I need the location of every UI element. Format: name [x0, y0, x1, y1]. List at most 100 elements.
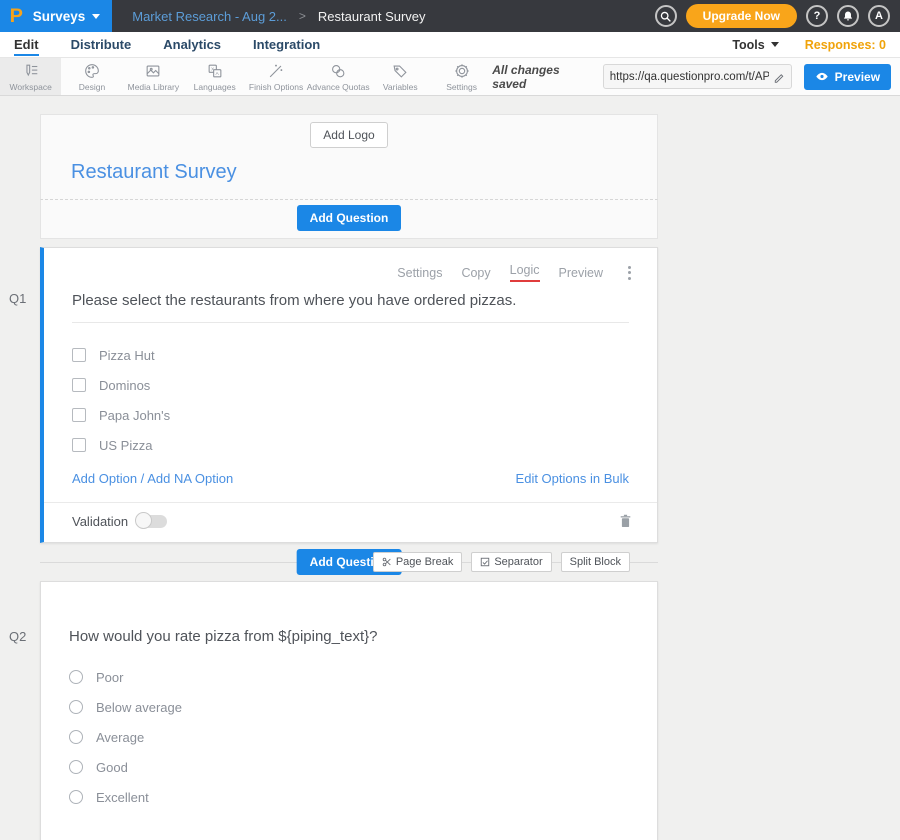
- questionpro-logo-icon[interactable]: P: [10, 7, 23, 26]
- block-divider: Add Question Page Break Separator: [40, 543, 658, 581]
- radio-option[interactable]: Poor: [69, 662, 629, 692]
- chevron-down-icon: [771, 42, 779, 47]
- toolbar-item-label: Design: [79, 82, 105, 92]
- survey-title[interactable]: Restaurant Survey: [71, 161, 657, 184]
- magic-wand-icon: [267, 62, 285, 80]
- help-button[interactable]: ?: [806, 5, 828, 27]
- split-block-button[interactable]: Split Block: [561, 552, 630, 572]
- option-label[interactable]: Excellent: [96, 790, 149, 805]
- question-card-q1[interactable]: Settings Copy Logic Preview Please selec…: [40, 247, 658, 543]
- surveys-menu[interactable]: P Surveys: [0, 0, 112, 32]
- translate-icon: X A: [206, 62, 224, 80]
- add-na-option-link[interactable]: Add NA Option: [147, 471, 233, 486]
- tools-menu[interactable]: Tools: [732, 38, 778, 52]
- survey-url-box[interactable]: [603, 64, 792, 89]
- preview-button[interactable]: Preview: [804, 64, 891, 90]
- checkbox-option[interactable]: US Pizza: [72, 430, 629, 460]
- topbar-actions: Upgrade Now ? A: [655, 4, 900, 28]
- question-logic-link[interactable]: Logic: [510, 263, 540, 282]
- radio-option[interactable]: Average: [69, 722, 629, 752]
- question-text-q1[interactable]: Please select the restaurants from where…: [72, 292, 629, 323]
- checkbox-option[interactable]: Pizza Hut: [72, 340, 629, 370]
- radio-option[interactable]: Good: [69, 752, 629, 782]
- pencil-icon[interactable]: [773, 71, 785, 83]
- question-preview-link[interactable]: Preview: [559, 266, 603, 280]
- toolbar-item-variables[interactable]: Variables: [370, 58, 431, 95]
- responses-count[interactable]: Responses: 0: [805, 38, 886, 52]
- answer-options-q2: Poor Below average Average: [69, 662, 629, 812]
- radio-icon[interactable]: [69, 700, 83, 714]
- option-label[interactable]: Average: [96, 730, 144, 745]
- answer-options-q1: Pizza Hut Dominos Papa John's US Pi: [72, 340, 629, 460]
- toolbar-item-design[interactable]: Design: [61, 58, 122, 95]
- surveys-menu-label: Surveys: [33, 9, 86, 24]
- toolbar-item-label: Workspace: [9, 82, 51, 92]
- tab-integration[interactable]: Integration: [253, 34, 320, 56]
- workspace-icon: [22, 62, 40, 80]
- separator-button[interactable]: Separator: [471, 552, 551, 572]
- add-question-button[interactable]: Add Question: [297, 205, 402, 231]
- radio-icon[interactable]: [69, 760, 83, 774]
- gear-icon: [453, 62, 471, 80]
- option-label[interactable]: Papa John's: [99, 408, 170, 423]
- option-label[interactable]: US Pizza: [99, 438, 152, 453]
- toolbar-item-languages[interactable]: X A Languages: [184, 58, 245, 95]
- search-button[interactable]: [655, 5, 677, 27]
- breadcrumb-current: Restaurant Survey: [318, 9, 426, 24]
- survey-url-input[interactable]: [610, 71, 769, 83]
- image-icon: [144, 62, 162, 80]
- app-window: P Surveys Market Research - Aug 2... > R…: [0, 0, 900, 840]
- question-card-q2[interactable]: How would you rate pizza from ${piping_t…: [40, 581, 658, 840]
- question-text-q2[interactable]: How would you rate pizza from ${piping_t…: [69, 628, 629, 645]
- checkbox-icon[interactable]: [72, 378, 86, 392]
- toolbar-item-workspace[interactable]: Workspace: [0, 58, 61, 95]
- tab-edit[interactable]: Edit: [14, 34, 39, 56]
- toolbar-item-advance-quotas[interactable]: Advance Quotas: [307, 58, 370, 95]
- toolbar-item-settings[interactable]: Settings: [431, 58, 492, 95]
- palette-icon: [83, 62, 101, 80]
- page-break-button[interactable]: Page Break: [373, 552, 462, 572]
- checkbox-icon[interactable]: [72, 348, 86, 362]
- option-label[interactable]: Dominos: [99, 378, 150, 393]
- tab-distribute[interactable]: Distribute: [71, 34, 132, 56]
- toolbar-item-finish-options[interactable]: Finish Options: [245, 58, 306, 95]
- question-footer: Validation: [44, 502, 657, 542]
- upgrade-now-button[interactable]: Upgrade Now: [686, 4, 797, 28]
- avatar[interactable]: A: [868, 5, 890, 27]
- option-label[interactable]: Below average: [96, 700, 182, 715]
- validation-toggle[interactable]: [138, 515, 167, 528]
- checkbox-option[interactable]: Papa John's: [72, 400, 629, 430]
- checkbox-option[interactable]: Dominos: [72, 370, 629, 400]
- radio-icon[interactable]: [69, 670, 83, 684]
- option-label[interactable]: Poor: [96, 670, 123, 685]
- edit-options-in-bulk-link[interactable]: Edit Options in Bulk: [516, 471, 629, 486]
- breadcrumb-parent-link[interactable]: Market Research - Aug 2...: [132, 9, 287, 24]
- main-nav: Edit Distribute Analytics Integration To…: [0, 32, 900, 58]
- toolbar-item-label: Advance Quotas: [307, 82, 370, 92]
- add-option-link[interactable]: Add Option: [72, 471, 137, 486]
- separator-label: Separator: [494, 556, 542, 568]
- checkbox-icon[interactable]: [72, 408, 86, 422]
- radio-option[interactable]: Below average: [69, 692, 629, 722]
- toolbar-item-label: Settings: [446, 82, 477, 92]
- top-bar: P Surveys Market Research - Aug 2... > R…: [0, 0, 900, 32]
- radio-icon[interactable]: [69, 730, 83, 744]
- radio-icon[interactable]: [69, 790, 83, 804]
- trash-icon: [618, 513, 633, 529]
- option-label[interactable]: Pizza Hut: [99, 348, 155, 363]
- question-copy-link[interactable]: Copy: [461, 266, 490, 280]
- add-logo-button[interactable]: Add Logo: [310, 122, 387, 148]
- link-separator: /: [141, 471, 145, 486]
- survey-editor-canvas: Add Logo Restaurant Survey Add Question …: [0, 96, 900, 840]
- notifications-button[interactable]: [837, 5, 859, 27]
- question-settings-link[interactable]: Settings: [397, 266, 442, 280]
- option-label[interactable]: Good: [96, 760, 128, 775]
- tab-analytics[interactable]: Analytics: [163, 34, 221, 56]
- delete-question-button[interactable]: [618, 513, 633, 529]
- toolbar-item-media-library[interactable]: Media Library: [123, 58, 184, 95]
- kebab-menu-icon[interactable]: [624, 264, 635, 282]
- radio-option[interactable]: Excellent: [69, 782, 629, 812]
- search-icon: [659, 10, 672, 23]
- checkbox-icon[interactable]: [72, 438, 86, 452]
- breadcrumb-separator: >: [299, 9, 306, 23]
